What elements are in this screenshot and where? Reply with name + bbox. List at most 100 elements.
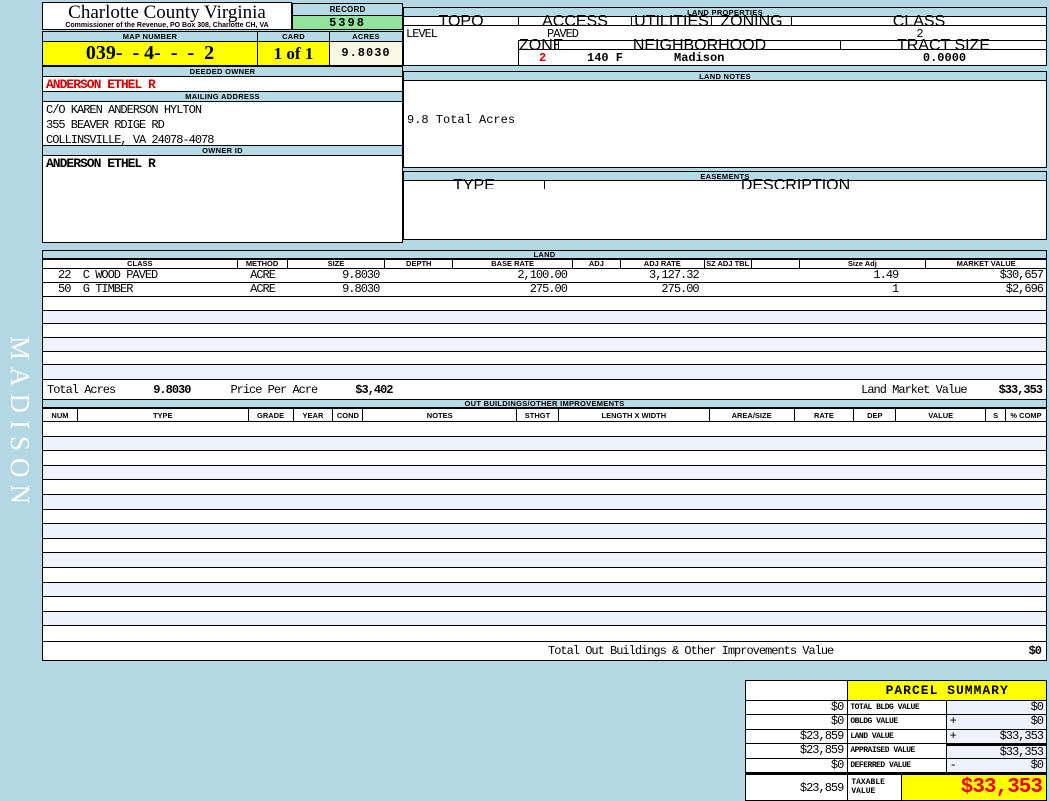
- mailing-address: C/O KAREN ANDERSON HYLTON 355 BEAVER RDI…: [42, 101, 403, 147]
- record-value: 5398: [292, 15, 403, 30]
- summary-row-taxable: $23,859 TAXABLE VALUE $33,353: [746, 772, 1047, 800]
- out-buildings-header: NUM TYPE GRADE YEAR COND NOTES STHGT LEN…: [42, 408, 1047, 422]
- empty-row: [43, 338, 1046, 352]
- summary-row-land: $23,859 LAND VALUE + $33,353: [746, 728, 1046, 745]
- row-label: DEFERRED VALUE: [848, 758, 947, 772]
- sidebar-neighborhood-label: MADISON: [5, 336, 35, 512]
- parcel-summary: PARCEL SUMMARY $0 TOTAL BLDG VALUE $0 $0…: [745, 680, 1047, 801]
- row-value: $0: [1030, 700, 1044, 714]
- land-depth: [385, 283, 453, 296]
- col-area-size: AREA/SIZE: [710, 409, 795, 421]
- empty-row: [43, 465, 1046, 481]
- col-sz-adj-tbl: SZ ADJ TBL: [705, 260, 752, 268]
- row-label: OBLDG VALUE: [848, 715, 947, 729]
- price-per-acre-value: $3,402: [355, 383, 393, 398]
- zone-neighborhood-values: 2 140 F Madison 0.0000: [518, 49, 1047, 66]
- empty-row: [43, 436, 1046, 452]
- land-market-value: $2,696: [1005, 282, 1044, 296]
- out-buildings-empty-rows: [42, 422, 1047, 642]
- col-adj-rate: ADJ RATE: [621, 260, 705, 268]
- col-class: CLASS: [43, 260, 238, 268]
- out-buildings-total-label: Total Out Buildings & Other Improvements…: [548, 643, 834, 658]
- empty-row: [43, 524, 1046, 539]
- empty-row: [43, 626, 1046, 641]
- col-size: SIZE: [288, 260, 386, 268]
- price-per-acre-label: Price Per Acre: [230, 383, 318, 398]
- row-value: $33,353: [999, 745, 1044, 760]
- col-base-rate: BASE RATE: [453, 260, 573, 268]
- land-totals-row: Total Acres 9.8030 Price Per Acre $3,402…: [42, 380, 1047, 402]
- empty-row: [43, 480, 1046, 495]
- land-sz-adj-tbl: [705, 283, 752, 296]
- empty-row: [43, 324, 1046, 339]
- property-record-card: MADISON Charlotte County Virginia Commis…: [0, 0, 1050, 801]
- parcel-summary-header: PARCEL SUMMARY: [746, 681, 1046, 701]
- land-blank: [752, 269, 800, 282]
- out-buildings-section: OUT BUILDINGS/OTHER IMPROVEMENTS NUM TYP…: [42, 399, 1047, 661]
- empty-row: [43, 509, 1046, 525]
- operator: [947, 701, 961, 714]
- parcel-summary-title: PARCEL SUMMARY: [848, 681, 1046, 700]
- total-acres-label: Total Acres: [47, 383, 116, 398]
- left-value: $0: [746, 700, 849, 715]
- empty-row: [43, 297, 1046, 311]
- operator: +: [949, 728, 957, 743]
- land-adj: [573, 283, 621, 296]
- col-sthgt: STHGT: [517, 409, 559, 421]
- land-row-2: 50 G TIMBER ACRE 9.8030 275.00 275.00 1 …: [42, 283, 1047, 297]
- parcel-summary-blank-cell: [746, 681, 849, 700]
- col-num: NUM: [43, 409, 78, 421]
- land-sz-adj-tbl: [705, 269, 752, 282]
- out-buildings-total-value: $0: [1028, 643, 1042, 658]
- row-value: $0: [1030, 757, 1044, 772]
- empty-row: [43, 567, 1046, 583]
- address-line-2: 355 BEAVER RDIGE RD: [46, 118, 165, 132]
- land-class: 22 C WOOD PAVED: [58, 268, 158, 282]
- county-title: Charlotte County Virginia: [68, 2, 266, 23]
- operator: [947, 746, 961, 757]
- easements-box: [403, 189, 1047, 240]
- col-cond: COND: [333, 409, 364, 421]
- land-market-value-label: Land Market Value: [861, 383, 967, 398]
- county-subtitle: Commissioner of the Revenue, PO Box 308,…: [65, 22, 269, 29]
- land-method: ACRE: [250, 282, 276, 296]
- taxable-left-value: $23,859: [746, 774, 849, 800]
- total-acres-value: 9.8030: [153, 383, 191, 398]
- col-pct-comp: % COMP: [1010, 411, 1042, 420]
- land-base-rate: 275.00: [529, 282, 568, 296]
- empty-row: [43, 553, 1046, 568]
- land-adj-rate: 3,127.32: [649, 268, 700, 282]
- card-value: 1 of 1: [257, 41, 330, 66]
- empty-row: [43, 494, 1046, 510]
- empty-row: [43, 351, 1046, 366]
- empty-row: [43, 365, 1046, 380]
- col-blank: [752, 260, 800, 268]
- empty-row: [43, 310, 1046, 325]
- col-year: YEAR: [294, 409, 334, 421]
- empty-row: [43, 597, 1046, 612]
- tract-size-value: 0.0000: [922, 51, 967, 65]
- address-line-1: C/O KAREN ANDERSON HYLTON: [46, 103, 202, 117]
- land-method: ACRE: [250, 268, 276, 282]
- land-row-1: 22 C WOOD PAVED ACRE 9.8030 2,100.00 3,1…: [42, 269, 1047, 283]
- deeded-owner-value: ANDERSON ETHEL R: [42, 76, 403, 92]
- summary-row-deferred: $0 DEFERRED VALUE - $0: [746, 757, 1046, 773]
- col-market-value: MARKET VALUE: [956, 259, 1016, 268]
- col-length-width: LENGTH X WIDTH: [559, 409, 710, 421]
- land-market-value-total: $33,353: [998, 383, 1043, 398]
- land-size: 9.8030: [342, 268, 380, 282]
- col-s: S: [986, 409, 1007, 421]
- left-value: $0: [746, 715, 849, 729]
- zone-value: 2: [539, 51, 547, 65]
- empty-row: [43, 582, 1046, 598]
- col-type: TYPE: [78, 409, 249, 421]
- land-size-adj: 1: [892, 282, 899, 296]
- land-notes-box: 9.8 Total Acres: [403, 80, 1047, 168]
- land-base-rate: 2,100.00: [517, 268, 568, 282]
- neighborhood-code: 140 F: [587, 51, 624, 65]
- land-size: 9.8030: [342, 282, 380, 296]
- col-adj: ADJ: [573, 260, 621, 268]
- operator: -: [949, 757, 957, 772]
- land-title: LAND: [42, 250, 1047, 259]
- land-class: 50 G TIMBER: [58, 282, 133, 296]
